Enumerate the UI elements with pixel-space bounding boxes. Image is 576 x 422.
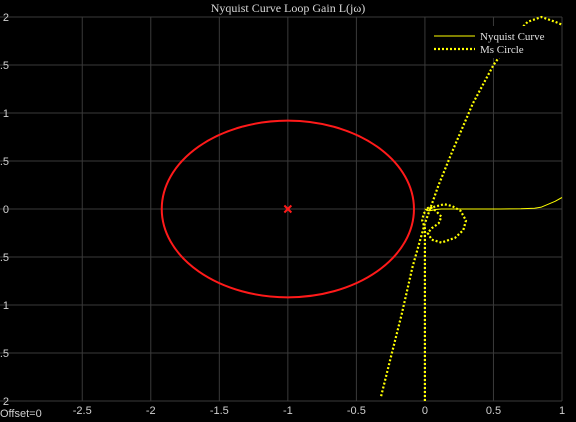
x-tick-label: -2 (146, 405, 156, 417)
legend: Nyquist Curve Ms Circle (428, 26, 556, 58)
y-tick-label: .5 (0, 156, 9, 168)
x-tick-label: -0.5 (347, 405, 366, 417)
x-tick-label: -1 (283, 405, 293, 417)
x-tick-label: 0.5 (486, 405, 501, 417)
y-tick-label: 2 (3, 396, 9, 408)
x-tick-label: 1 (559, 405, 565, 417)
offset-label: Offset=0 (0, 408, 42, 420)
chart-title: Nyquist Curve Loop Gain L(jω) (211, 1, 366, 15)
x-tick-label: 0 (422, 405, 428, 417)
y-tick-label: .5 (0, 348, 9, 360)
legend-label-nyquist: Nyquist Curve (480, 31, 545, 43)
legend-label-ms-circle: Ms Circle (480, 44, 524, 56)
nyquist-chart: -2.5 -2 -1.5 -1 -0.5 0 0.5 12.51.50.51.52 Nyqui… (0, 0, 576, 422)
y-tick-label: 1 (3, 300, 9, 312)
y-tick-label: 1 (3, 108, 9, 120)
y-tick-label: 2 (3, 12, 9, 24)
y-tick-label: .5 (0, 60, 9, 72)
y-tick-label: 0 (3, 204, 9, 216)
x-tick-label: -2.5 (73, 405, 92, 417)
x-tick-label: -1.5 (210, 405, 229, 417)
y-tick-label: .5 (0, 252, 9, 264)
